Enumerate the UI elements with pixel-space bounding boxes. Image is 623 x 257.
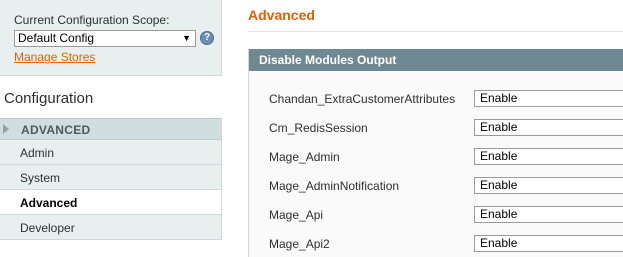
admin-config-page: Current Configuration Scope: Default Con…: [0, 0, 623, 257]
module-output-select[interactable]: Enable: [474, 148, 623, 165]
module-label: Mage_AdminNotification: [269, 179, 400, 193]
manage-stores-link[interactable]: Manage Stores: [14, 50, 95, 64]
sidebar-item-developer[interactable]: Developer: [0, 215, 222, 240]
sidebar-item-label: System: [20, 171, 61, 185]
scope-select-value: Default Config: [18, 31, 95, 45]
panel-title: Disable Modules Output: [259, 53, 397, 67]
scope-label: Current Configuration Scope:: [14, 13, 170, 27]
panel-header[interactable]: Disable Modules Output: [249, 49, 623, 71]
sidebar-item-label: Admin: [20, 146, 55, 160]
page-title: Advanced: [248, 7, 315, 23]
configuration-title: Configuration: [4, 90, 94, 107]
sidebar: Current Configuration Scope: Default Con…: [0, 0, 222, 257]
help-icon[interactable]: ?: [200, 31, 214, 45]
section-header-label: ADVANCED: [21, 123, 91, 137]
section-header-advanced[interactable]: ADVANCED: [0, 118, 222, 140]
module-label: Mage_Admin: [269, 150, 340, 164]
scope-switcher: Current Configuration Scope: Default Con…: [0, 0, 222, 76]
sidebar-item-admin[interactable]: Admin: [0, 140, 222, 165]
module-label: Cm_RedisSession: [269, 121, 368, 135]
scope-select[interactable]: Default Config ▼: [14, 30, 196, 47]
expand-triangle-icon: [3, 124, 9, 134]
module-label: Chandan_ExtraCustomerAttributes: [269, 92, 456, 106]
module-label: Mage_Api2: [269, 237, 330, 251]
title-divider: [248, 31, 623, 32]
sidebar-item-label: Developer: [20, 221, 75, 235]
sidebar-item-advanced[interactable]: Advanced: [0, 190, 222, 215]
sidebar-item-system[interactable]: System: [0, 165, 222, 190]
sidebar-item-label: Advanced: [20, 196, 78, 210]
module-output-select[interactable]: Enable: [474, 235, 623, 252]
module-label: Mage_Api: [269, 208, 324, 222]
module-output-select[interactable]: Enable: [474, 206, 623, 223]
module-output-select[interactable]: Enable: [474, 119, 623, 136]
chevron-down-icon: ▼: [182, 33, 191, 43]
module-output-select[interactable]: Enable: [474, 177, 623, 194]
module-output-select[interactable]: Enable: [474, 90, 623, 107]
